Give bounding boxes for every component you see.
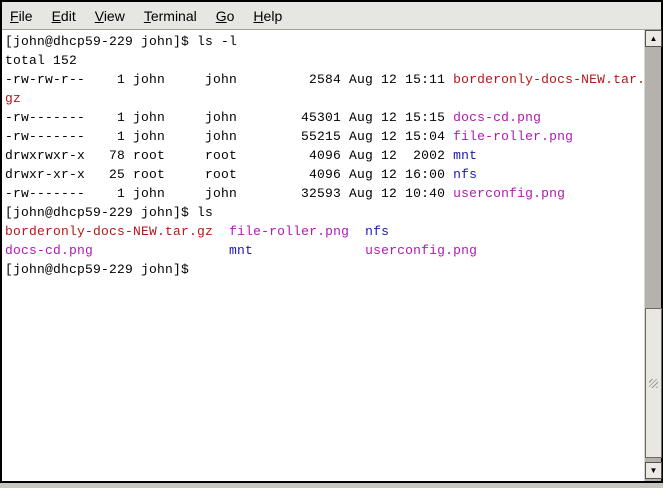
terminal-text-segment: [253, 243, 365, 258]
terminal-text-segment: mnt: [229, 243, 253, 258]
terminal-line: total 152: [5, 53, 77, 68]
scroll-up-button[interactable]: ▲: [645, 30, 662, 47]
menu-item-go[interactable]: Go: [209, 4, 242, 28]
terminal-window: FileEditViewTerminalGoHelp [john@dhcp59-…: [0, 0, 663, 483]
terminal-output[interactable]: [john@dhcp59-229 john]$ ls -l total 152 …: [2, 30, 644, 481]
menu-item-file[interactable]: File: [3, 4, 40, 28]
scrollbar-track[interactable]: ▲ ▼: [644, 30, 661, 481]
terminal-text-segment: [349, 224, 365, 239]
terminal-text-segment: nfs: [453, 167, 477, 182]
terminal-text-segment: userconfig.png: [365, 243, 477, 258]
terminal-text-segment: userconfig.png: [453, 186, 565, 201]
terminal-text-segment: file-roller.png: [453, 129, 573, 144]
terminal-text-segment: -rw------- 1 john john 55215 Aug 12 15:0…: [5, 129, 453, 144]
terminal-text-segment: borderonly-docs-NEW.tar.: [453, 72, 644, 87]
terminal-text-segment: file-roller.png: [229, 224, 349, 239]
terminal-line: [john@dhcp59-229 john]$ ls -l: [5, 34, 237, 49]
terminal-text-segment: borderonly-docs-NEW.tar.gz: [5, 224, 213, 239]
menu-item-view[interactable]: View: [88, 4, 132, 28]
terminal-text-segment: -rw------- 1 john john 45301 Aug 12 15:1…: [5, 110, 453, 125]
terminal-text-segment: total 152: [5, 53, 77, 68]
terminal-line: [john@dhcp59-229 john]$: [5, 262, 197, 277]
terminal-line: -rw------- 1 john john 55215 Aug 12 15:0…: [5, 129, 573, 144]
terminal-text-segment: nfs: [365, 224, 389, 239]
terminal-text-segment: [213, 224, 229, 239]
terminal-line: drwxr-xr-x 25 root root 4096 Aug 12 16:0…: [5, 167, 477, 182]
terminal-line: [john@dhcp59-229 john]$ ls: [5, 205, 213, 220]
thumb-grip-icon: [649, 379, 658, 388]
terminal-line: gz: [5, 91, 21, 106]
menu-item-help[interactable]: Help: [246, 4, 289, 28]
terminal-line: -rw------- 1 john john 45301 Aug 12 15:1…: [5, 110, 541, 125]
terminal-text-segment: [john@dhcp59-229 john]$: [5, 262, 197, 277]
terminal-text-segment: drwxr-xr-x 25 root root 4096 Aug 12 16:0…: [5, 167, 453, 182]
window-content: [john@dhcp59-229 john]$ ls -l total 152 …: [2, 30, 661, 481]
terminal-line: -rw------- 1 john john 32593 Aug 12 10:4…: [5, 186, 565, 201]
terminal-line: -rw-rw-r-- 1 john john 2584 Aug 12 15:11…: [5, 72, 644, 87]
scrollbar-thumb[interactable]: [645, 308, 662, 458]
arrow-up-icon: ▲: [650, 34, 658, 43]
terminal-text-segment: docs-cd.png: [453, 110, 541, 125]
terminal-text-segment: [john@dhcp59-229 john]$ ls -l: [5, 34, 237, 49]
menu-item-edit[interactable]: Edit: [45, 4, 83, 28]
terminal-text-segment: docs-cd.png: [5, 243, 93, 258]
arrow-down-icon: ▼: [650, 466, 658, 475]
terminal-line: docs-cd.png mnt userconfig.png: [5, 243, 477, 258]
terminal-line: drwxrwxr-x 78 root root 4096 Aug 12 2002…: [5, 148, 477, 163]
terminal-text-segment: -rw-rw-r-- 1 john john 2584 Aug 12 15:11: [5, 72, 453, 87]
terminal-line: borderonly-docs-NEW.tar.gz file-roller.p…: [5, 224, 389, 239]
terminal-text-segment: mnt: [453, 148, 477, 163]
scroll-down-button[interactable]: ▼: [645, 462, 662, 479]
terminal-text-segment: [john@dhcp59-229 john]$ ls: [5, 205, 213, 220]
menu-item-terminal[interactable]: Terminal: [137, 4, 204, 28]
terminal-text-segment: [93, 243, 229, 258]
terminal-text-segment: -rw------- 1 john john 32593 Aug 12 10:4…: [5, 186, 453, 201]
terminal-text-segment: drwxrwxr-x 78 root root 4096 Aug 12 2002: [5, 148, 453, 163]
menu-bar: FileEditViewTerminalGoHelp: [2, 2, 661, 30]
terminal-text-segment: gz: [5, 91, 21, 106]
